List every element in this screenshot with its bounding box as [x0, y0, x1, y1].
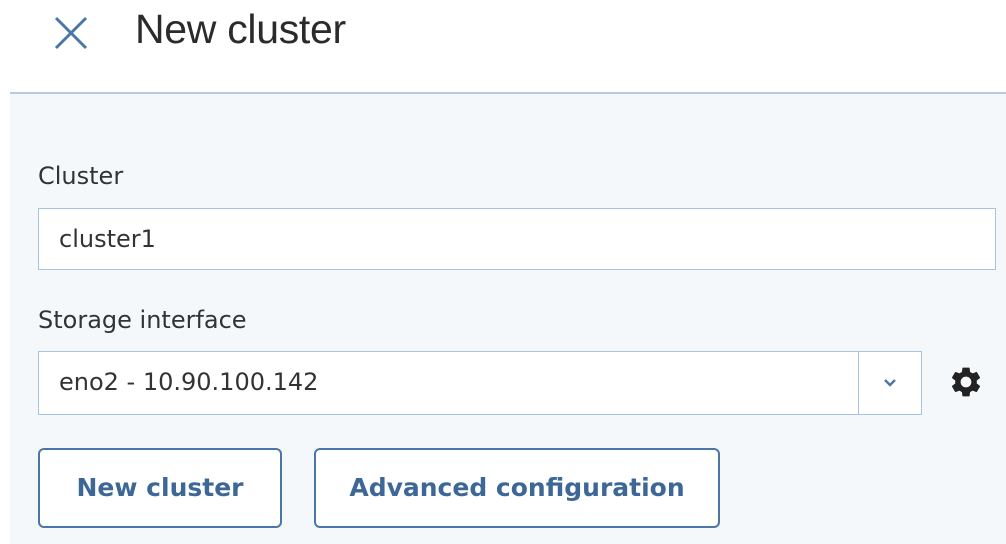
gear-icon	[951, 367, 981, 397]
chevron-down-icon	[884, 379, 896, 387]
close-button[interactable]	[50, 12, 92, 54]
page-title: New cluster	[135, 6, 346, 52]
dropdown-toggle[interactable]	[858, 352, 921, 414]
cluster-label: Cluster	[38, 162, 124, 190]
close-icon	[54, 16, 88, 50]
advanced-configuration-button[interactable]: Advanced configuration	[314, 448, 720, 528]
cluster-name-input[interactable]	[38, 208, 996, 270]
form-panel: Cluster Storage interface eno2 - 10.90.1…	[10, 92, 1006, 544]
interface-settings-button[interactable]	[948, 364, 984, 400]
new-cluster-button[interactable]: New cluster	[38, 448, 282, 528]
storage-interface-value: eno2 - 10.90.100.142	[59, 368, 319, 396]
header: New cluster	[0, 0, 1006, 92]
storage-interface-select[interactable]: eno2 - 10.90.100.142	[38, 351, 922, 415]
storage-interface-label: Storage interface	[38, 306, 247, 334]
